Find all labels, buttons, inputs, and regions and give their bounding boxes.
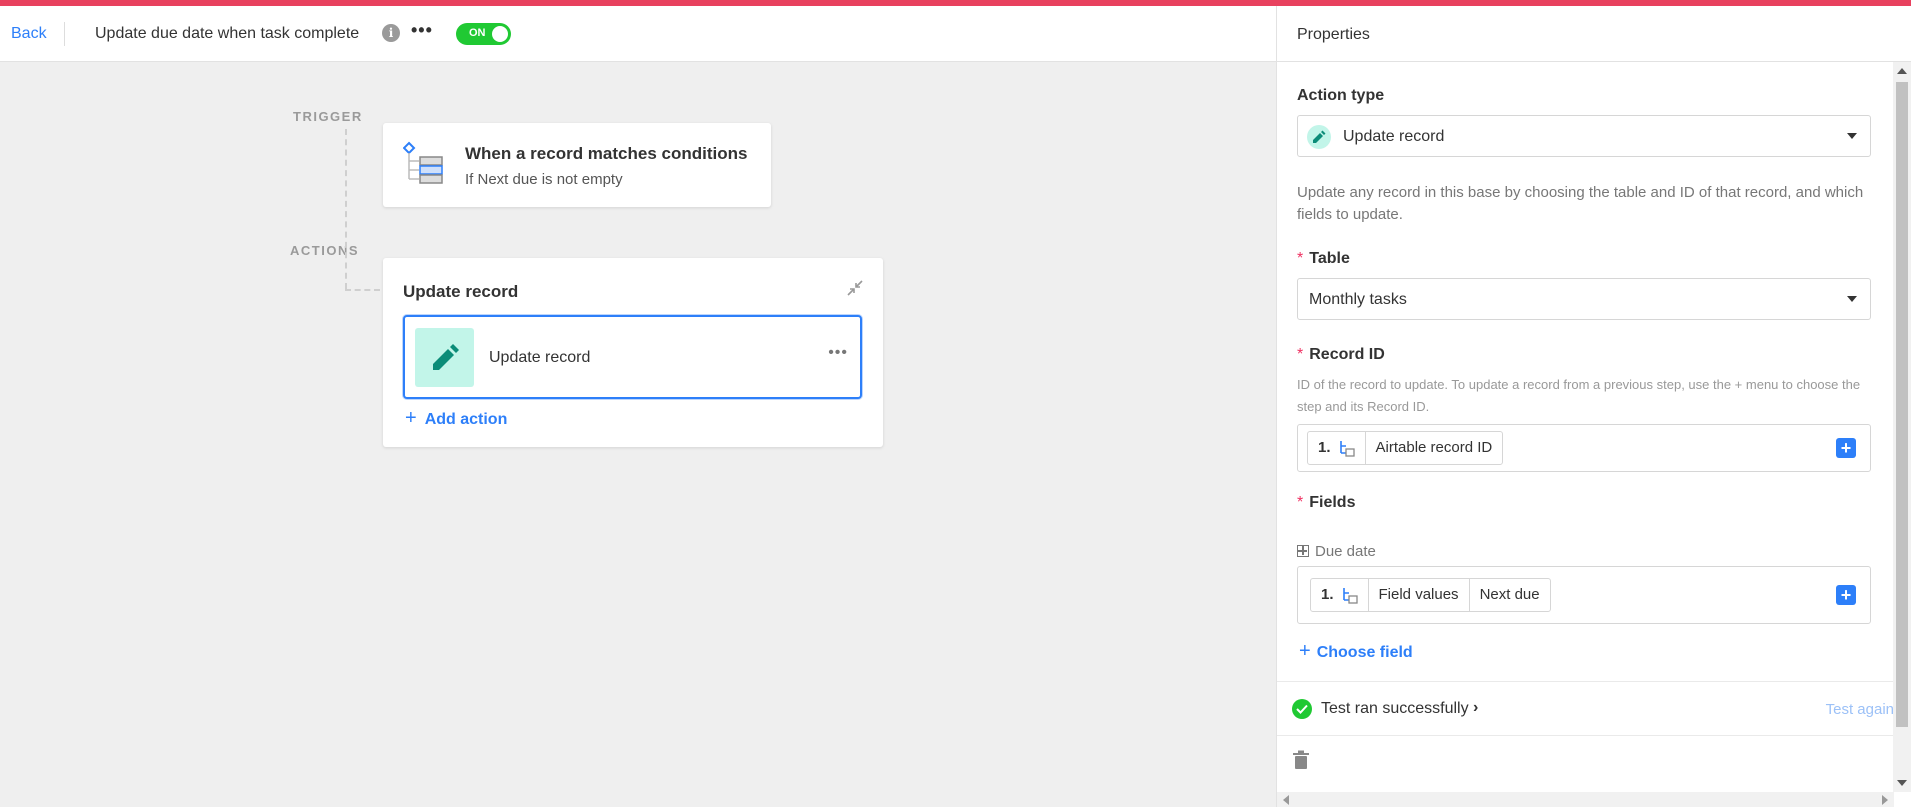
collapse-icon[interactable] bbox=[845, 278, 865, 298]
vertical-scrollbar[interactable] bbox=[1893, 62, 1911, 792]
connector-vertical bbox=[345, 129, 347, 289]
info-icon[interactable]: i bbox=[382, 24, 400, 42]
connector-horizontal bbox=[345, 289, 380, 291]
action-step-update-record[interactable]: Update record ••• bbox=[403, 315, 862, 399]
token-path-field-values: Field values bbox=[1369, 579, 1470, 611]
scroll-up-arrow[interactable] bbox=[1897, 68, 1907, 74]
test-status-row[interactable]: Test ran successfully › Test again bbox=[1277, 681, 1894, 736]
token-value: Airtable record ID bbox=[1375, 439, 1493, 456]
horizontal-scrollbar[interactable] bbox=[1277, 792, 1894, 807]
trigger-section-label: TRIGGER bbox=[293, 109, 363, 124]
panel-title: Properties bbox=[1297, 26, 1370, 43]
table-select[interactable]: Monthly tasks bbox=[1297, 278, 1871, 320]
trigger-card[interactable]: When a record matches conditions If Next… bbox=[383, 123, 771, 207]
properties-panel: Properties Action type Update record Upd… bbox=[1276, 6, 1911, 807]
automation-toggle[interactable]: ON bbox=[456, 23, 511, 45]
back-link[interactable]: Back bbox=[11, 25, 47, 43]
step-tree-icon bbox=[1342, 588, 1358, 604]
chevron-down-icon bbox=[1847, 296, 1857, 302]
token-step: 1. bbox=[1308, 432, 1366, 464]
due-date-token[interactable]: 1. Field values Next due bbox=[1310, 578, 1551, 612]
chevron-right-icon: › bbox=[1473, 699, 1479, 716]
automation-title[interactable]: Update due date when task complete bbox=[95, 25, 359, 43]
calendar-field-icon bbox=[1297, 545, 1309, 557]
record-id-label: * Record ID bbox=[1297, 346, 1385, 363]
more-options-icon[interactable]: ••• bbox=[411, 20, 433, 41]
trash-icon[interactable] bbox=[1293, 750, 1309, 770]
due-date-field[interactable]: 1. Field values Next due + bbox=[1297, 566, 1871, 624]
test-status-text: Test ran successfully bbox=[1321, 700, 1469, 717]
trigger-subtitle: If Next due is not empty bbox=[465, 171, 623, 188]
action-step-label: Update record bbox=[489, 349, 591, 366]
record-id-field[interactable]: 1. Airtable record ID + bbox=[1297, 424, 1871, 472]
panel-header: Properties bbox=[1277, 6, 1911, 62]
scroll-thumb[interactable] bbox=[1896, 82, 1908, 727]
action-group-title: Update record bbox=[403, 282, 519, 301]
plus-icon: + bbox=[1299, 640, 1311, 662]
choose-field-button[interactable]: + Choose field bbox=[1299, 640, 1413, 663]
step-tree-icon bbox=[1339, 441, 1355, 457]
step-more-icon[interactable]: ••• bbox=[828, 344, 848, 362]
token-step: 1. bbox=[1311, 579, 1369, 611]
table-label: * Table bbox=[1297, 250, 1350, 267]
action-description: Update any record in this base by choosi… bbox=[1297, 184, 1864, 223]
chevron-down-icon bbox=[1847, 133, 1857, 139]
trigger-title: When a record matches conditions bbox=[465, 144, 748, 163]
record-id-token[interactable]: 1. Airtable record ID bbox=[1307, 431, 1504, 465]
add-token-button[interactable]: + bbox=[1836, 438, 1856, 458]
pencil-icon-tile bbox=[415, 328, 474, 387]
record-id-hint: ID of the record to update. To update a … bbox=[1297, 377, 1861, 414]
table-value: Monthly tasks bbox=[1309, 291, 1407, 308]
action-group-card: Update record Update record ••• + Add act… bbox=[383, 258, 883, 447]
scroll-down-arrow[interactable] bbox=[1897, 780, 1907, 786]
action-type-select[interactable]: Update record bbox=[1297, 115, 1871, 157]
automation-header: Back Update due date when task complete … bbox=[0, 6, 1276, 62]
scroll-right-arrow[interactable] bbox=[1882, 795, 1888, 805]
add-action-button[interactable]: + Add action bbox=[405, 407, 507, 430]
token-path-next-due: Next due bbox=[1479, 586, 1540, 603]
scroll-left-arrow[interactable] bbox=[1283, 795, 1289, 805]
field-name-due-date: Due date bbox=[1297, 543, 1376, 560]
header-divider bbox=[64, 22, 65, 46]
actions-section-label: ACTIONS bbox=[290, 243, 359, 258]
pencil-icon bbox=[433, 344, 459, 370]
plus-icon: + bbox=[405, 407, 417, 429]
pencil-icon-small bbox=[1307, 125, 1331, 149]
conditions-icon bbox=[403, 141, 443, 184]
toggle-knob bbox=[492, 26, 508, 42]
test-again-button[interactable]: Test again bbox=[1826, 701, 1894, 718]
add-token-button[interactable]: + bbox=[1836, 585, 1856, 605]
check-circle-icon bbox=[1292, 699, 1312, 719]
toggle-label: ON bbox=[469, 27, 486, 39]
action-type-label: Action type bbox=[1297, 87, 1385, 104]
fields-label: * Fields bbox=[1297, 494, 1356, 511]
add-action-label: Add action bbox=[424, 411, 508, 428]
action-type-value: Update record bbox=[1343, 128, 1445, 145]
